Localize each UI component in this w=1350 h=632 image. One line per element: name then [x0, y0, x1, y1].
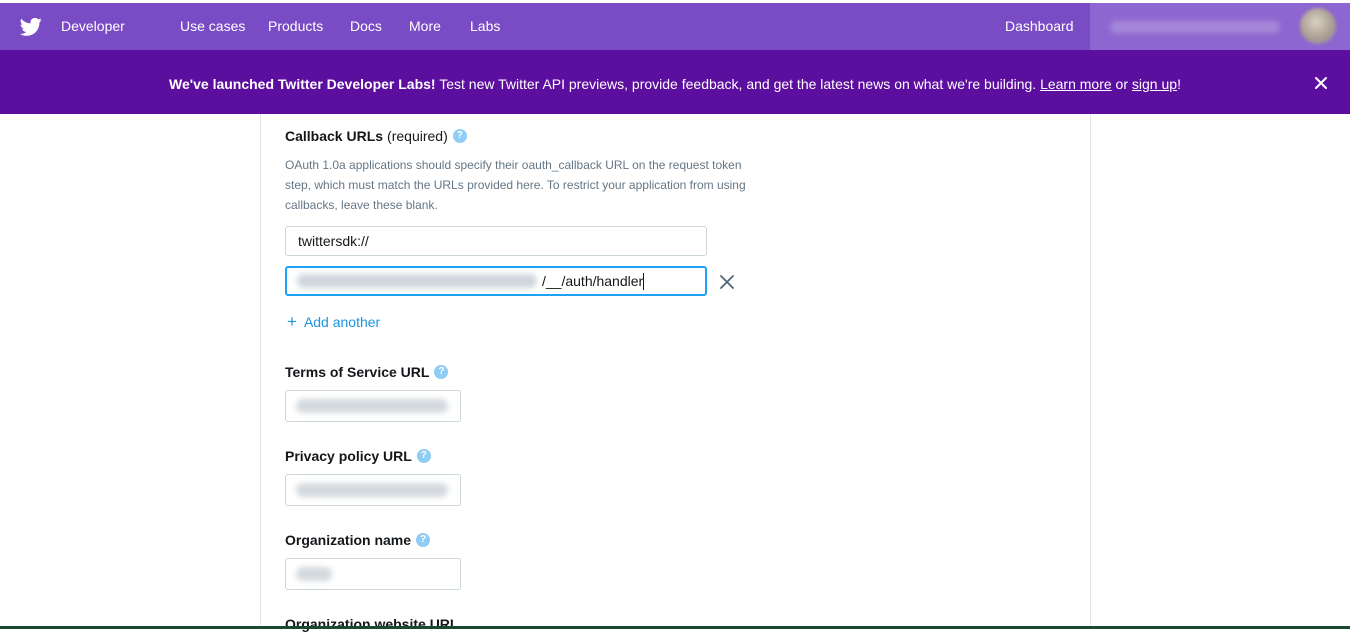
- twitter-bird-icon[interactable]: [20, 17, 42, 37]
- redacted-value: [296, 399, 448, 413]
- nav-more[interactable]: More: [409, 18, 441, 34]
- account-name-redacted: [1110, 21, 1280, 33]
- required-note: (required): [387, 128, 448, 144]
- banner-message: We've launched Twitter Developer Labs! T…: [0, 76, 1350, 92]
- help-icon[interactable]: ?: [416, 449, 431, 463]
- banner-bold: We've launched Twitter Developer Labs!: [169, 76, 436, 92]
- avatar[interactable]: [1300, 8, 1336, 44]
- nav-docs[interactable]: Docs: [350, 18, 382, 34]
- account-menu[interactable]: [1090, 3, 1350, 50]
- org-website-label-text: Organization website URL: [285, 616, 459, 632]
- help-icon[interactable]: ?: [452, 129, 467, 143]
- org-name-input[interactable]: [285, 558, 461, 590]
- add-another-button[interactable]: + Add another: [287, 312, 381, 331]
- close-icon[interactable]: [1313, 75, 1329, 91]
- redacted-value: [296, 483, 448, 497]
- callback-description: OAuth 1.0a applications should specify t…: [285, 158, 746, 212]
- help-icon[interactable]: ?: [416, 533, 431, 547]
- help-icon[interactable]: ?: [434, 365, 449, 379]
- org-name-label-text: Organization name: [285, 532, 412, 548]
- text-cursor: [643, 273, 644, 290]
- callback-url-path: /__/auth/handler: [542, 273, 644, 289]
- privacy-url-input[interactable]: [285, 474, 461, 506]
- callback-url-input-1[interactable]: twittersdk://: [285, 226, 707, 256]
- org-name-label: Organization name?: [285, 532, 431, 548]
- redacted-value: [296, 567, 332, 581]
- brand-label[interactable]: Developer: [61, 18, 125, 34]
- tos-url-input[interactable]: [285, 390, 461, 422]
- add-another-label: Add another: [303, 314, 381, 330]
- callback-label: Callback URLs (required)?: [285, 128, 467, 144]
- org-website-label: Organization website URL: [285, 616, 458, 632]
- redacted-domain: [297, 274, 537, 288]
- nav-use-cases[interactable]: Use cases: [180, 18, 245, 34]
- privacy-label: Privacy policy URL?: [285, 448, 431, 464]
- top-navigation: Developer Use cases Products Docs More L…: [0, 3, 1350, 50]
- learn-more-link[interactable]: Learn more: [1040, 76, 1112, 92]
- banner-or: or: [1111, 76, 1132, 92]
- labs-banner: We've launched Twitter Developer Labs! T…: [0, 50, 1350, 114]
- tos-label: Terms of Service URL?: [285, 364, 449, 380]
- privacy-label-text: Privacy policy URL: [285, 448, 412, 464]
- nav-products[interactable]: Products: [268, 18, 323, 34]
- remove-url-icon[interactable]: [719, 274, 735, 290]
- nav-labs[interactable]: Labs: [470, 18, 500, 34]
- app-details-form: Callback URLs (required)? OAuth 1.0a appl…: [260, 114, 1091, 632]
- banner-end: !: [1177, 76, 1181, 92]
- nav-dashboard[interactable]: Dashboard: [1005, 18, 1074, 34]
- sign-up-link[interactable]: sign up: [1132, 76, 1177, 92]
- callback-label-text: Callback URLs: [285, 128, 384, 144]
- banner-text: Test new Twitter API previews, provide f…: [435, 76, 1041, 92]
- plus-icon: +: [287, 312, 297, 331]
- callback-url-input-2[interactable]: /__/auth/handler: [285, 266, 707, 296]
- tos-label-text: Terms of Service URL: [285, 364, 430, 380]
